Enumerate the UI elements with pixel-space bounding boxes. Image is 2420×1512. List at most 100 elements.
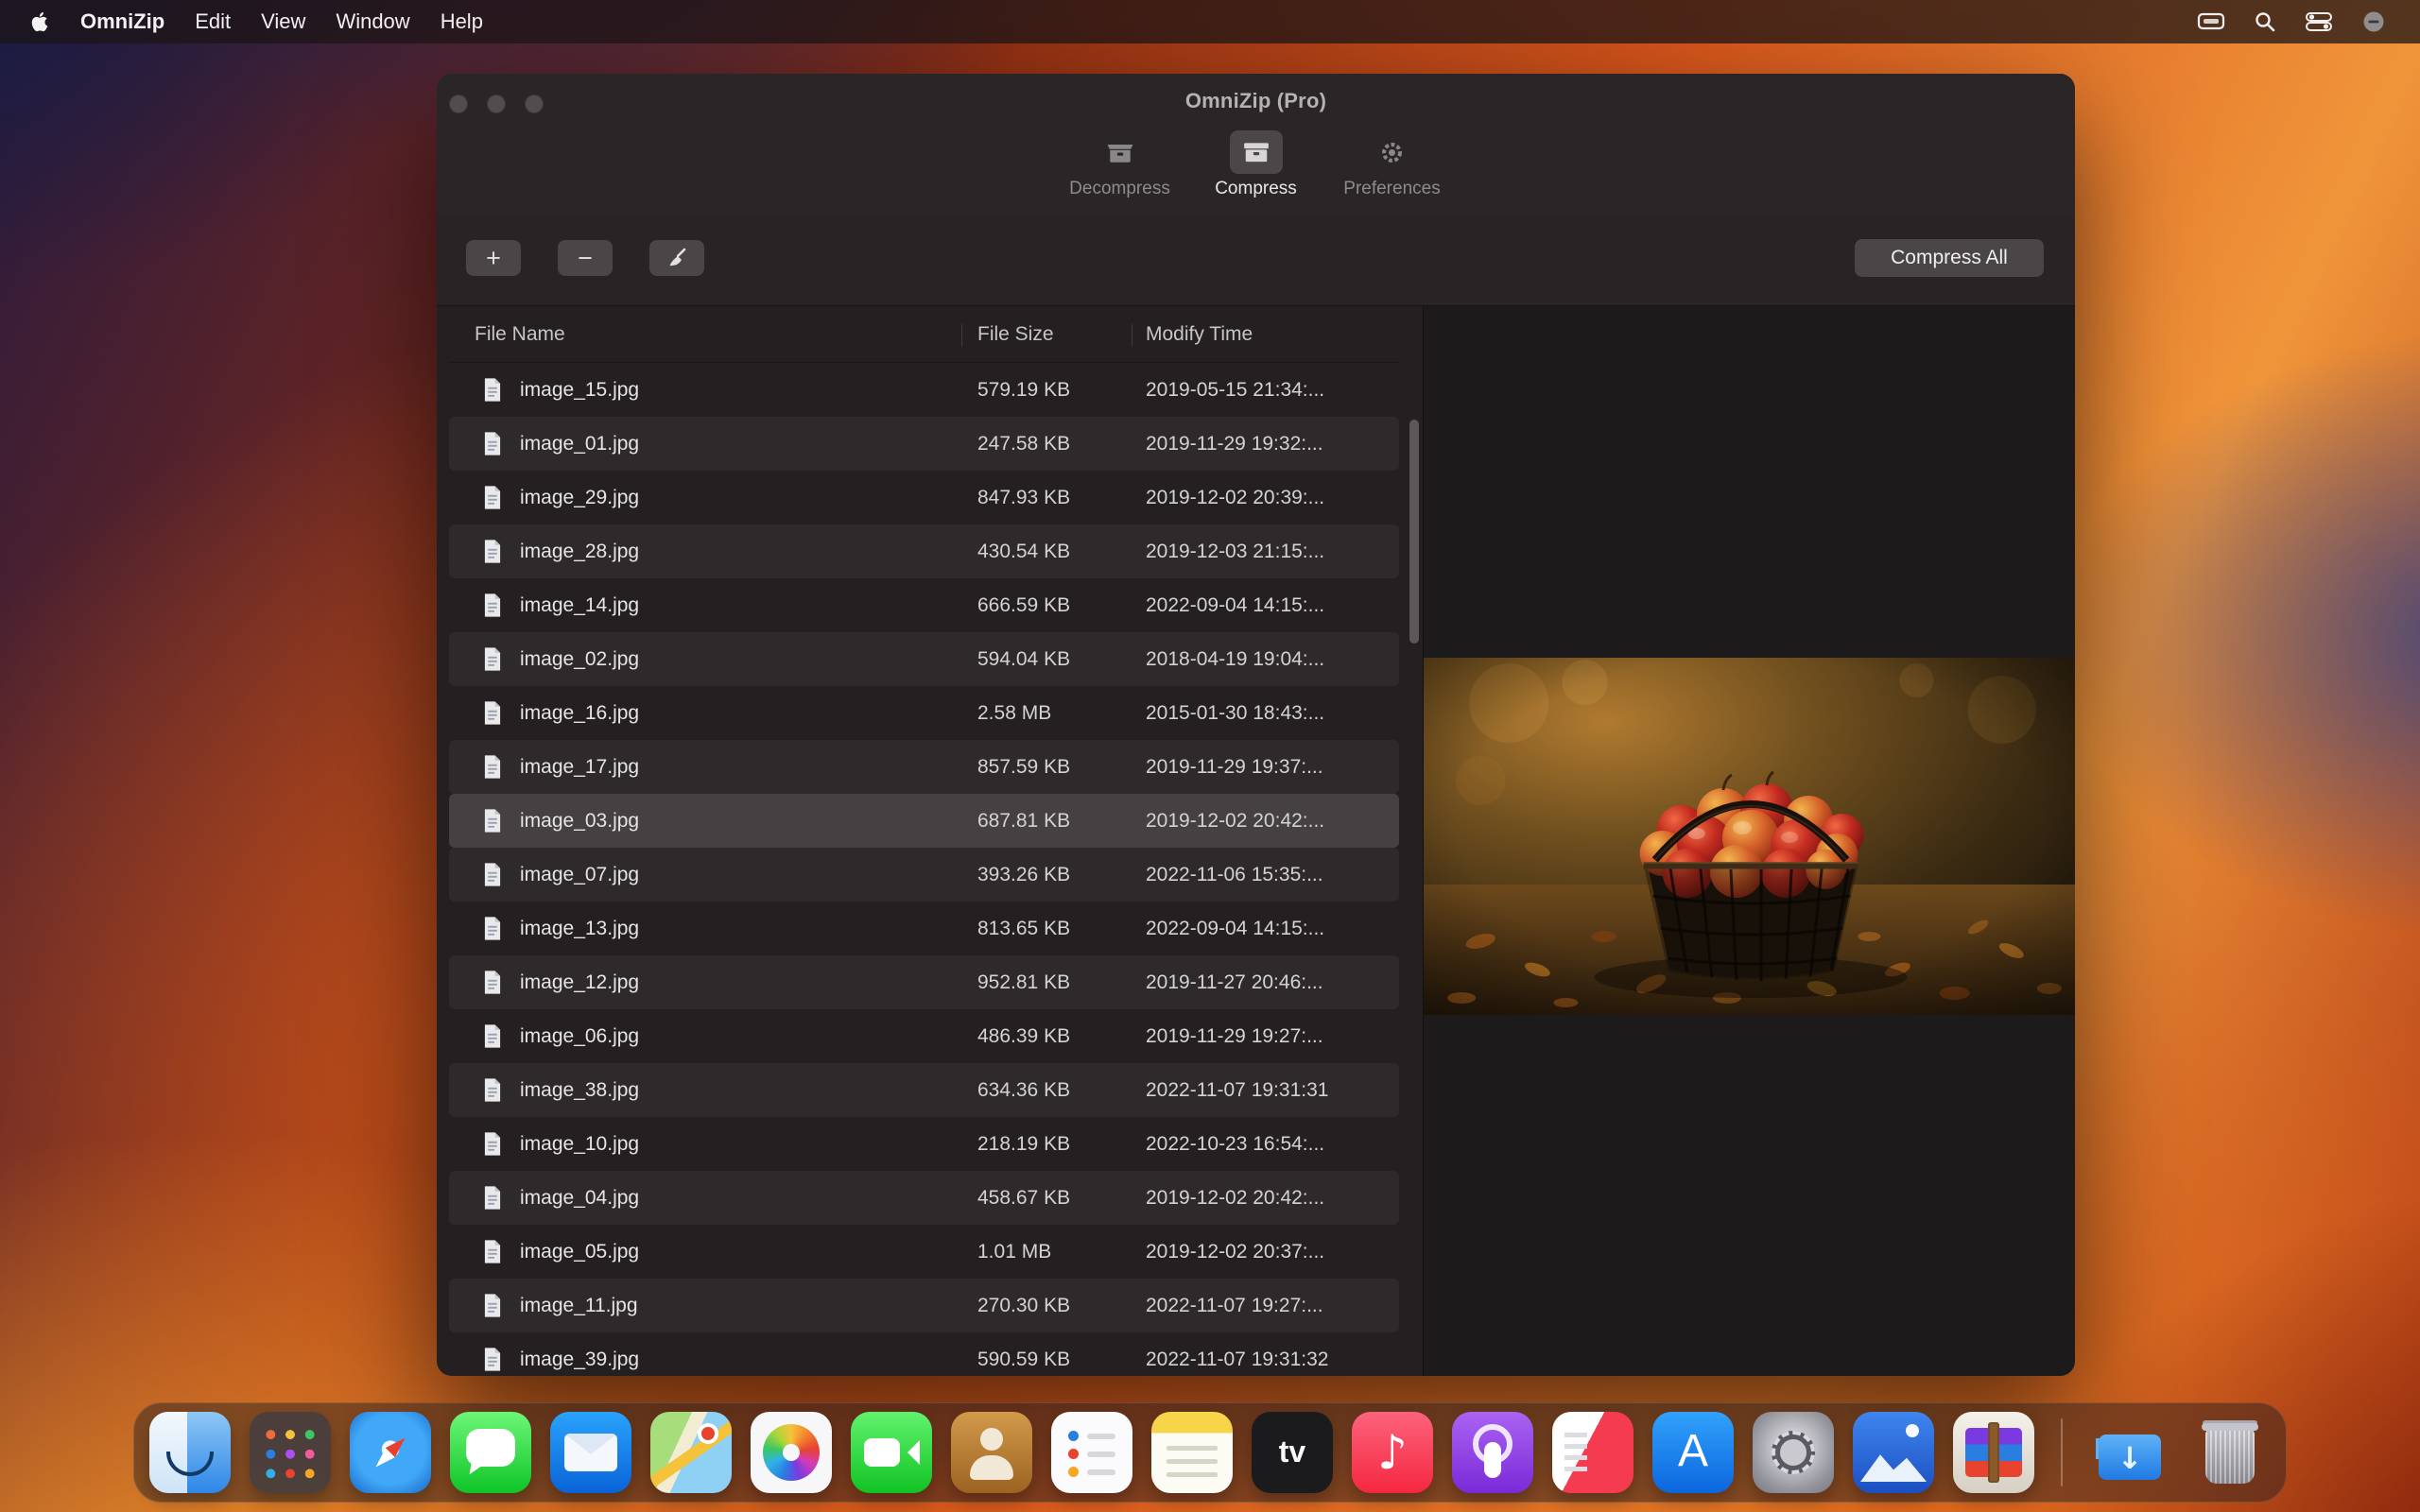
menu-bar: OmniZip Edit View Window Help	[0, 0, 2420, 43]
file-modified: 2022-11-07 19:31:32	[1146, 1349, 1399, 1371]
table-row[interactable]: image_11.jpg 270.30 KB 2022-11-07 19:27:…	[449, 1279, 1399, 1332]
dock-appstore-icon[interactable]	[1652, 1412, 1734, 1493]
minus-circle-icon[interactable]	[2361, 9, 2386, 34]
document-icon	[482, 754, 503, 780]
dock-music-icon[interactable]	[1352, 1412, 1433, 1493]
dock-mail-icon[interactable]	[550, 1412, 631, 1493]
dock-news-icon[interactable]	[1552, 1412, 1634, 1493]
file-modified: 2015-01-30 18:43:...	[1146, 702, 1399, 725]
file-size: 857.59 KB	[977, 756, 1146, 779]
dock-finder-icon[interactable]	[149, 1412, 231, 1493]
dock-appletv-icon[interactable]	[1252, 1412, 1333, 1493]
document-icon	[482, 1023, 503, 1049]
preview-image	[1424, 658, 2075, 1015]
dock-settings-icon[interactable]	[1753, 1412, 1834, 1493]
toolbar: + − Compress All	[437, 215, 2075, 305]
file-modified: 2019-12-02 20:42:...	[1146, 810, 1399, 833]
file-modified: 2019-05-15 21:34:...	[1146, 379, 1399, 402]
column-header-modify-time[interactable]: Modify Time	[1146, 323, 1399, 346]
menu-item-view[interactable]: View	[246, 9, 320, 34]
column-header-file-name[interactable]: File Name	[449, 323, 977, 346]
file-size: 1.01 MB	[977, 1241, 1146, 1263]
toolbar-tabs: Decompress Compress Preferences	[437, 130, 2075, 199]
file-size: 270.30 KB	[977, 1295, 1146, 1317]
column-divider	[961, 324, 962, 347]
add-files-button[interactable]: +	[466, 240, 521, 276]
table-row[interactable]: image_06.jpg 486.39 KB 2019-11-29 19:27:…	[449, 1009, 1399, 1063]
table-row[interactable]: image_13.jpg 813.65 KB 2022-09-04 14:15:…	[449, 902, 1399, 955]
dock-preview-icon[interactable]	[1853, 1412, 1934, 1493]
table-row[interactable]: image_14.jpg 666.59 KB 2022-09-04 14:15:…	[449, 578, 1399, 632]
file-size: 430.54 KB	[977, 541, 1146, 563]
remove-files-button[interactable]: −	[558, 240, 613, 276]
dock-messages-icon[interactable]	[450, 1412, 531, 1493]
table-row[interactable]: image_07.jpg 393.26 KB 2022-11-06 15:35:…	[449, 848, 1399, 902]
dock-trash-icon[interactable]	[2189, 1412, 2271, 1493]
file-size: 458.67 KB	[977, 1187, 1146, 1210]
dock-facetime-icon[interactable]	[851, 1412, 932, 1493]
dock-reminders-icon[interactable]	[1051, 1412, 1132, 1493]
document-icon	[482, 862, 503, 887]
table-row[interactable]: image_17.jpg 857.59 KB 2019-11-29 19:37:…	[449, 740, 1399, 794]
file-modified: 2022-11-06 15:35:...	[1146, 864, 1399, 886]
file-name: image_39.jpg	[520, 1349, 639, 1371]
file-size: 813.65 KB	[977, 918, 1146, 940]
document-icon	[482, 1131, 503, 1157]
file-name: image_17.jpg	[520, 756, 639, 779]
tab-compress[interactable]: Compress	[1201, 130, 1312, 199]
column-header-file-size[interactable]: File Size	[977, 323, 1146, 346]
dock-photos-icon[interactable]	[751, 1412, 832, 1493]
table-row[interactable]: image_28.jpg 430.54 KB 2019-12-03 21:15:…	[449, 524, 1399, 578]
broom-icon	[666, 247, 688, 269]
preview-pane	[1423, 306, 2075, 1376]
table-row[interactable]: image_39.jpg 590.59 KB 2022-11-07 19:31:…	[449, 1332, 1399, 1376]
table-row[interactable]: image_16.jpg 2.58 MB 2015-01-30 18:43:..…	[449, 686, 1399, 740]
table-row[interactable]: image_15.jpg 579.19 KB 2019-05-15 21:34:…	[449, 363, 1399, 417]
file-modified: 2019-11-29 19:27:...	[1146, 1025, 1399, 1048]
file-name: image_07.jpg	[520, 864, 639, 886]
table-row[interactable]: image_03.jpg 687.81 KB 2019-12-02 20:42:…	[449, 794, 1399, 848]
dock-launchpad-icon[interactable]	[250, 1412, 331, 1493]
menu-item-help[interactable]: Help	[425, 9, 498, 34]
dock-maps-icon[interactable]	[650, 1412, 732, 1493]
menu-app-name[interactable]: OmniZip	[65, 9, 180, 34]
file-table: File Name File Size Modify Time image_15…	[437, 306, 1423, 1376]
file-name: image_11.jpg	[520, 1295, 638, 1317]
file-size: 634.36 KB	[977, 1079, 1146, 1102]
document-icon	[482, 1347, 503, 1372]
file-modified: 2019-11-27 20:46:...	[1146, 971, 1399, 994]
tab-decompress[interactable]: Decompress	[1064, 130, 1176, 199]
table-row[interactable]: image_02.jpg 594.04 KB 2018-04-19 19:04:…	[449, 632, 1399, 686]
table-row[interactable]: image_04.jpg 458.67 KB 2019-12-02 20:42:…	[449, 1171, 1399, 1225]
control-center-icon[interactable]	[2305, 10, 2333, 33]
document-icon	[482, 916, 503, 941]
menu-item-window[interactable]: Window	[320, 9, 424, 34]
document-icon	[482, 700, 503, 726]
table-row[interactable]: image_10.jpg 218.19 KB 2022-10-23 16:54:…	[449, 1117, 1399, 1171]
table-row[interactable]: image_38.jpg 634.36 KB 2022-11-07 19:31:…	[449, 1063, 1399, 1117]
display-icon[interactable]	[2197, 10, 2225, 33]
compress-all-button[interactable]: Compress All	[1855, 239, 2044, 277]
table-row[interactable]: image_12.jpg 952.81 KB 2019-11-27 20:46:…	[449, 955, 1399, 1009]
file-name: image_01.jpg	[520, 433, 639, 455]
file-modified: 2022-09-04 14:15:...	[1146, 918, 1399, 940]
file-modified: 2018-04-19 19:04:...	[1146, 648, 1399, 671]
table-row[interactable]: image_29.jpg 847.93 KB 2019-12-02 20:39:…	[449, 471, 1399, 524]
tab-preferences[interactable]: Preferences	[1337, 130, 1448, 199]
file-name: image_38.jpg	[520, 1079, 639, 1102]
dock-omnizip-icon[interactable]	[1953, 1412, 2034, 1493]
dock-safari-icon[interactable]	[350, 1412, 431, 1493]
dock-podcasts-icon[interactable]	[1452, 1412, 1533, 1493]
file-name: image_13.jpg	[520, 918, 639, 940]
spotlight-icon[interactable]	[2254, 10, 2276, 33]
menu-item-edit[interactable]: Edit	[180, 9, 246, 34]
clear-list-button[interactable]	[649, 240, 704, 276]
dock-notes-icon[interactable]	[1151, 1412, 1233, 1493]
table-row[interactable]: image_01.jpg 247.58 KB 2019-11-29 19:32:…	[449, 417, 1399, 471]
table-row[interactable]: image_05.jpg 1.01 MB 2019-12-02 20:37:..…	[449, 1225, 1399, 1279]
scrollbar-thumb[interactable]	[1409, 420, 1419, 644]
dock-downloads-icon[interactable]	[2089, 1412, 2170, 1493]
file-modified: 2022-10-23 16:54:...	[1146, 1133, 1399, 1156]
apple-menu[interactable]	[9, 11, 65, 32]
dock-contacts-icon[interactable]	[951, 1412, 1032, 1493]
